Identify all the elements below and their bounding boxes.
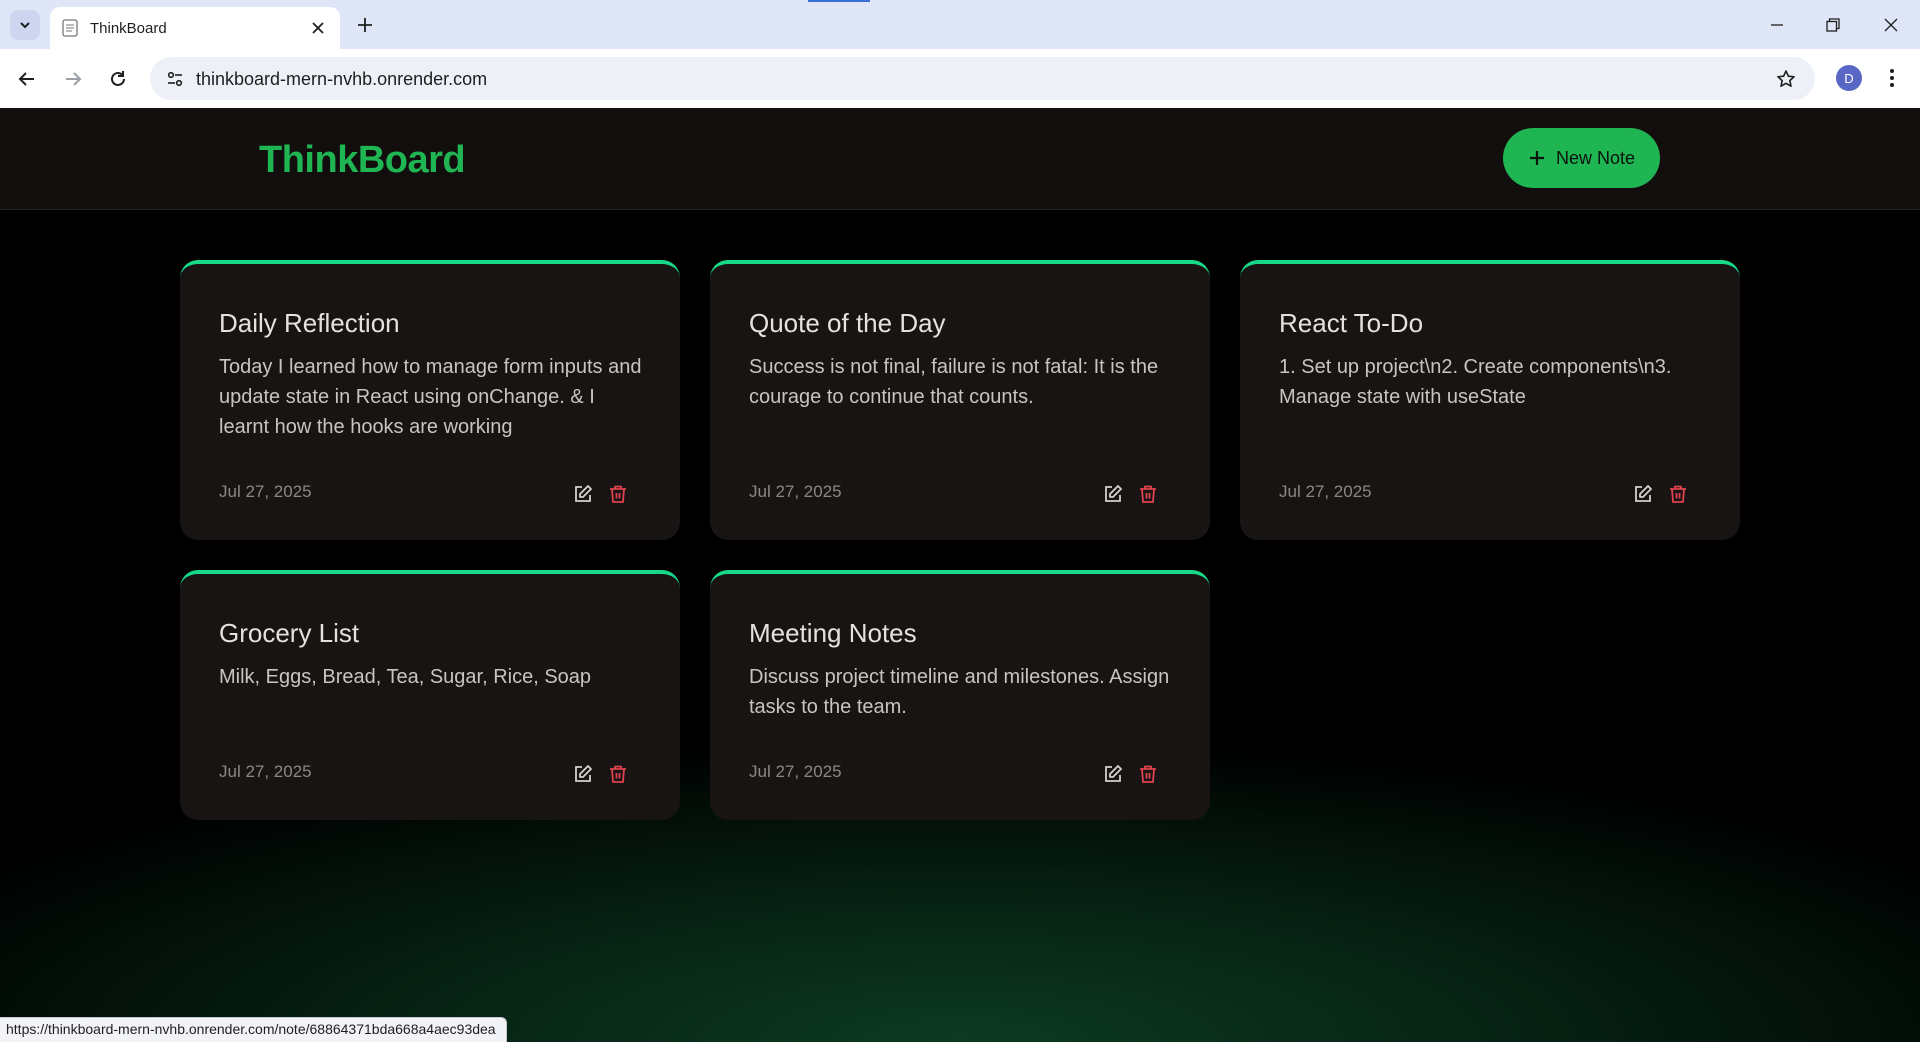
trash-icon[interactable] [1667, 483, 1689, 505]
note-card[interactable]: Grocery List Milk, Eggs, Bread, Tea, Sug… [180, 570, 680, 820]
arrow-left-icon [18, 72, 34, 86]
chevron-down-icon [20, 22, 30, 29]
back-button[interactable] [10, 62, 44, 96]
trash-icon[interactable] [1137, 483, 1159, 505]
profile-avatar[interactable]: D [1836, 65, 1862, 91]
trash-icon[interactable] [607, 483, 629, 505]
page-icon [62, 19, 78, 37]
link-status-bar: https://thinkboard-mern-nvhb.onrender.co… [0, 1017, 507, 1042]
new-tab-button[interactable] [352, 12, 378, 38]
restore-button[interactable] [1818, 12, 1848, 38]
note-content: Discuss project timeline and milestones.… [749, 666, 1170, 718]
restore-icon [1826, 18, 1840, 32]
forward-button[interactable] [56, 62, 90, 96]
note-title: Daily Reflection [219, 308, 400, 338]
note-content: Milk, Eggs, Bread, Tea, Sugar, Rice, Soa… [219, 666, 592, 688]
page-viewport: ThinkBoard New Note Daily Reflection Tod… [0, 108, 1920, 1042]
browser-menu-button[interactable] [1880, 65, 1904, 91]
note-content: Today I learned how to manage form input… [219, 356, 642, 438]
note-title: Meeting Notes [749, 618, 917, 648]
browser-tab-strip: ThinkBoard [0, 0, 1920, 49]
note-date: Jul 27, 2025 [1279, 482, 1372, 501]
note-date: Jul 27, 2025 [219, 482, 312, 501]
bookmark-star-icon[interactable] [1773, 66, 1799, 92]
plus-icon [1529, 151, 1544, 165]
more-vertical-icon [1890, 69, 1894, 87]
note-card[interactable]: Meeting Notes Discuss project timeline a… [710, 570, 1210, 820]
edit-icon[interactable] [1102, 763, 1124, 785]
edit-icon[interactable] [1102, 483, 1124, 505]
app-header: ThinkBoard New Note [0, 108, 1920, 210]
loading-indicator [808, 0, 870, 2]
plus-icon [358, 18, 372, 32]
note-title: Quote of the Day [749, 308, 946, 338]
close-window-button[interactable] [1876, 12, 1906, 38]
note-title: React To-Do [1279, 308, 1424, 338]
new-note-label: New Note [1555, 147, 1636, 168]
reload-icon [111, 71, 125, 86]
tab-title: ThinkBoard [90, 19, 167, 37]
minimize-button[interactable] [1762, 12, 1792, 38]
note-date: Jul 27, 2025 [749, 482, 842, 501]
close-icon [1884, 18, 1898, 32]
trash-icon[interactable] [1137, 763, 1159, 785]
new-note-button[interactable]: New Note [1503, 128, 1660, 188]
edit-icon[interactable] [1632, 483, 1654, 505]
note-date: Jul 27, 2025 [749, 762, 842, 781]
address-bar[interactable]: thinkboard-mern-nvhb.onrender.com [150, 57, 1815, 100]
browser-tab[interactable]: ThinkBoard [50, 7, 340, 49]
note-date: Jul 27, 2025 [219, 762, 312, 781]
brand-logo[interactable]: ThinkBoard [259, 139, 466, 182]
note-card[interactable]: React To-Do 1. Set up project\n2. Create… [1240, 260, 1740, 540]
site-info-icon[interactable] [160, 64, 190, 94]
note-title: Grocery List [219, 618, 360, 648]
note-card[interactable]: Daily Reflection Today I learned how to … [180, 260, 680, 540]
tab-search-button[interactable] [10, 10, 40, 40]
url-text[interactable]: thinkboard-mern-nvhb.onrender.com [196, 69, 487, 90]
edit-icon[interactable] [572, 483, 594, 505]
browser-toolbar: thinkboard-mern-nvhb.onrender.com D [0, 49, 1920, 108]
note-card[interactable]: Quote of the Day Success is not final, f… [710, 260, 1210, 540]
close-tab-icon[interactable] [308, 18, 328, 38]
arrow-right-icon [66, 72, 82, 86]
note-content: Success is not final, failure is not fat… [749, 356, 1159, 408]
minimize-icon [1771, 24, 1783, 26]
edit-icon[interactable] [572, 763, 594, 785]
reload-button[interactable] [101, 62, 135, 96]
trash-icon[interactable] [607, 763, 629, 785]
note-content: 1. Set up project\n2. Create components\… [1279, 356, 1672, 408]
